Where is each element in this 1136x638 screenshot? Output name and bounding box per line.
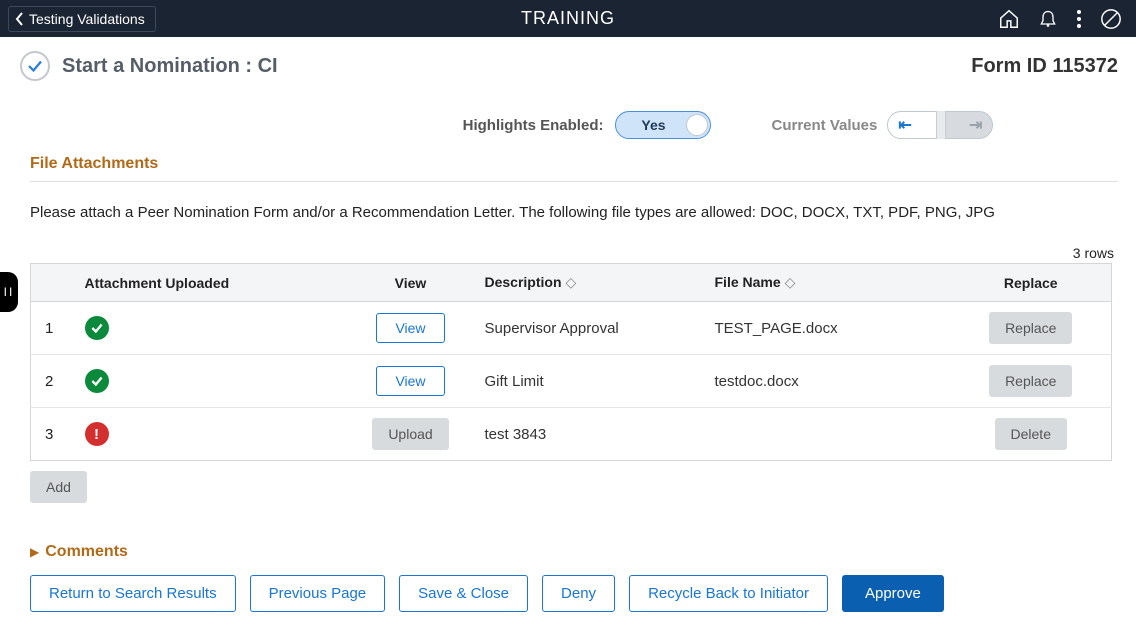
arrow-right-stop-icon: ⇥: [969, 115, 982, 135]
col-view[interactable]: View: [351, 264, 471, 302]
cell-description: Supervisor Approval: [471, 302, 701, 355]
app-title: TRAINING: [521, 8, 615, 29]
slider-handle: [936, 111, 946, 139]
replace-button[interactable]: Replace: [989, 312, 1072, 344]
form-id: Form ID 115372: [971, 55, 1118, 78]
current-values-slider[interactable]: ⇤ ⇥: [887, 111, 993, 139]
sort-icon: ◇: [785, 274, 796, 290]
highlights-label: Highlights Enabled:: [463, 117, 604, 134]
highlights-toggle[interactable]: Yes: [615, 111, 711, 139]
status-ok-icon: [85, 316, 109, 340]
add-row-button[interactable]: Add: [30, 471, 87, 503]
page-header: Start a Nomination : CI Form ID 115372: [0, 37, 1136, 91]
col-description[interactable]: Description◇: [471, 264, 701, 302]
attachment-instructions: Please attach a Peer Nomination Form and…: [30, 204, 1118, 221]
row-number: 1: [31, 302, 71, 355]
cell-filename: testdoc.docx: [701, 355, 951, 408]
recycle-button[interactable]: Recycle Back to Initiator: [629, 575, 828, 612]
row-count: 3 rows: [30, 245, 1118, 261]
col-filename[interactable]: File Name◇: [701, 264, 951, 302]
compass-icon[interactable]: [1100, 8, 1122, 30]
col-replace[interactable]: Replace: [951, 264, 1112, 302]
app-banner: Testing Validations TRAINING: [0, 0, 1136, 37]
row-number: 3: [31, 408, 71, 461]
side-drawer-handle[interactable]: II: [0, 272, 18, 312]
attachments-table: Attachment Uploaded View Description◇ Fi…: [30, 263, 1112, 461]
upload-button[interactable]: Upload: [372, 418, 448, 450]
cell-view: Upload: [351, 408, 471, 461]
cell-status: [71, 355, 351, 408]
table-row: 2 View Gift Limittestdoc.docx Replace: [31, 355, 1112, 408]
back-breadcrumb[interactable]: Testing Validations: [8, 6, 156, 32]
check-icon: [26, 57, 44, 75]
triangle-right-icon: ▶: [30, 545, 39, 559]
previous-page-button[interactable]: Previous Page: [250, 575, 386, 612]
cell-filename: TEST_PAGE.docx: [701, 302, 951, 355]
view-button[interactable]: View: [376, 313, 444, 343]
cell-view: View: [351, 355, 471, 408]
home-icon[interactable]: [998, 8, 1020, 30]
cell-status: !: [71, 408, 351, 461]
deny-button[interactable]: Deny: [542, 575, 615, 612]
form-id-value: 115372: [1052, 55, 1118, 77]
banner-actions: [998, 8, 1136, 30]
file-attachments-section: File Attachments Please attach a Peer No…: [0, 155, 1136, 612]
controls-row: Highlights Enabled: Yes Current Values ⇤…: [0, 91, 1136, 147]
section-divider: [30, 181, 1118, 182]
arrow-left-stop-icon: ⇤: [898, 115, 911, 135]
status-badge: [20, 51, 50, 81]
page-title: Start a Nomination : CI: [62, 55, 278, 78]
kebab-menu-icon[interactable]: [1076, 9, 1082, 29]
replace-button[interactable]: Replace: [989, 365, 1072, 397]
section-title: File Attachments: [30, 155, 1118, 173]
cell-action: Replace: [951, 355, 1112, 408]
comments-toggle[interactable]: ▶ Comments: [30, 543, 1118, 561]
delete-button[interactable]: Delete: [995, 418, 1067, 450]
table-row: 3! Upload test 3843 Delete: [31, 408, 1112, 461]
cell-status: [71, 302, 351, 355]
return-to-search-button[interactable]: Return to Search Results: [30, 575, 236, 612]
form-id-label: Form ID: [971, 55, 1047, 77]
status-error-icon: !: [85, 422, 109, 446]
bell-icon[interactable]: [1038, 8, 1058, 30]
cell-view: View: [351, 302, 471, 355]
cell-filename: [701, 408, 951, 461]
current-values-label: Current Values: [771, 117, 877, 134]
save-close-button[interactable]: Save & Close: [399, 575, 528, 612]
cell-description: Gift Limit: [471, 355, 701, 408]
action-button-row: Return to Search Results Previous Page S…: [30, 575, 1118, 612]
chevron-left-icon: [15, 12, 25, 26]
col-rownum: [31, 264, 71, 302]
col-attached[interactable]: Attachment Uploaded: [71, 264, 351, 302]
view-button[interactable]: View: [376, 366, 444, 396]
comments-label: Comments: [45, 543, 128, 561]
table-row: 1 View Supervisor ApprovalTEST_PAGE.docx Re…: [31, 302, 1112, 355]
status-ok-icon: [85, 369, 109, 393]
cell-action: Delete: [951, 408, 1112, 461]
row-number: 2: [31, 355, 71, 408]
back-breadcrumb-label: Testing Validations: [29, 11, 145, 27]
cell-action: Replace: [951, 302, 1112, 355]
cell-description: test 3843: [471, 408, 701, 461]
sort-icon: ◇: [566, 274, 577, 290]
approve-button[interactable]: Approve: [842, 575, 944, 612]
